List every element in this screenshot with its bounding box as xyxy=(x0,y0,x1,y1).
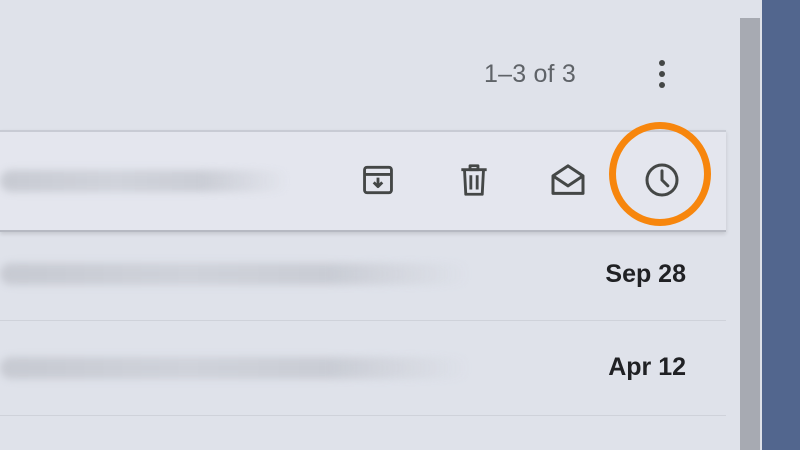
blurred-email-preview xyxy=(0,170,290,192)
clock-icon[interactable] xyxy=(642,160,682,200)
email-row[interactable]: Apr 12 xyxy=(0,321,726,416)
email-row[interactable]: Sep 28 xyxy=(0,230,726,321)
more-options-icon[interactable] xyxy=(640,52,684,96)
trash-icon[interactable] xyxy=(454,160,494,200)
blurred-email-preview xyxy=(0,357,470,379)
pagination-count: 1–3 of 3 xyxy=(484,60,576,88)
side-panel xyxy=(762,0,800,450)
email-date: Sep 28 xyxy=(605,260,686,288)
archive-icon[interactable] xyxy=(358,160,398,200)
email-row-hovered[interactable] xyxy=(0,130,726,232)
list-toolbar: 1–3 of 3 xyxy=(0,0,740,130)
mail-list-pane: 1–3 of 3 Sep 28 Apr 12 xyxy=(0,0,740,450)
scrollbar-thumb[interactable] xyxy=(740,18,760,450)
blurred-email-preview xyxy=(0,263,470,285)
email-date: Apr 12 xyxy=(608,353,686,381)
envelope-open-icon[interactable] xyxy=(548,160,588,200)
